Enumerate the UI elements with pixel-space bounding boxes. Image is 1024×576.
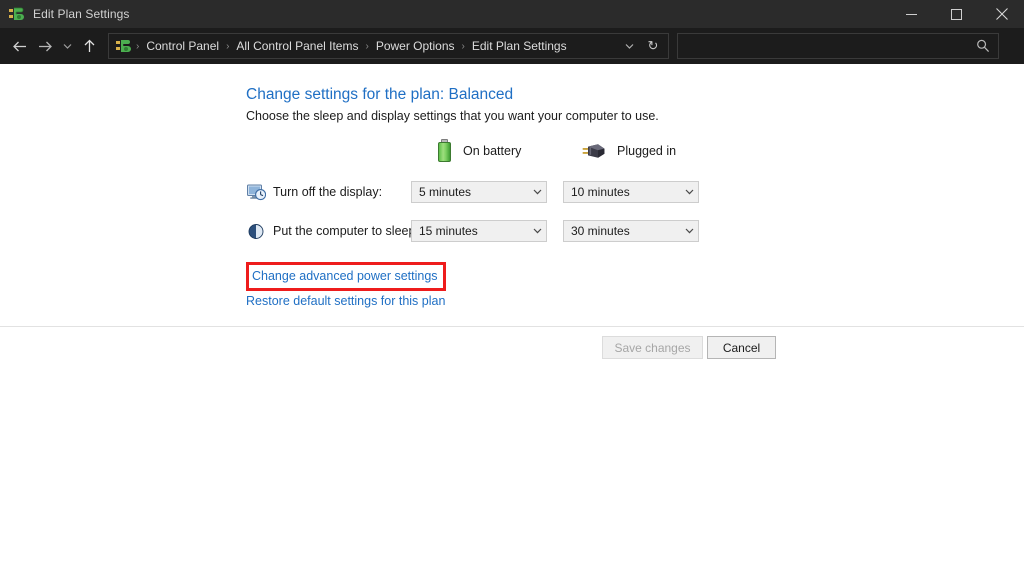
combo-sleep-plugged-in[interactable]: 30 minutes <box>563 219 699 242</box>
breadcrumb-item-power-options[interactable]: Power Options <box>374 39 457 53</box>
window-controls <box>889 0 1024 28</box>
sleep-moon-icon <box>246 221 266 241</box>
breadcrumb-separator: › <box>226 40 230 52</box>
combo-value: 5 minutes <box>419 184 472 199</box>
cancel-button[interactable]: Cancel <box>707 336 776 359</box>
link-change-advanced-power-settings[interactable]: Change advanced power settings <box>252 269 438 283</box>
refresh-icon[interactable]: ↻ <box>640 34 666 58</box>
setting-row-put-computer-to-sleep: Put the computer to sleep: 15 minutes 30… <box>246 211 766 250</box>
combo-value: 10 minutes <box>571 184 630 199</box>
window-title: Edit Plan Settings <box>33 7 130 21</box>
breadcrumb: › Control Panel › All Control Panel Item… <box>131 39 618 53</box>
power-plug-icon <box>581 141 607 161</box>
navigation-bar: › Control Panel › All Control Panel Item… <box>0 28 1024 64</box>
maximize-icon[interactable] <box>934 0 979 28</box>
main-content: Change settings for the plan: Balanced C… <box>0 64 1024 326</box>
breadcrumb-item-control-panel[interactable]: Control Panel <box>144 39 221 53</box>
column-headers: On battery Plugged in <box>246 138 766 164</box>
setting-label-put-computer-to-sleep: Put the computer to sleep: <box>273 223 419 238</box>
chevron-down-icon[interactable] <box>528 221 546 241</box>
page-subtitle: Choose the sleep and display settings th… <box>246 109 659 123</box>
address-bar-actions: ↻ <box>618 34 666 58</box>
address-bar[interactable]: › Control Panel › All Control Panel Item… <box>108 33 669 59</box>
combo-value: 15 minutes <box>419 223 478 238</box>
address-power-plan-icon <box>115 38 131 54</box>
up-arrow-icon[interactable] <box>76 31 102 61</box>
breadcrumb-separator: › <box>136 40 140 52</box>
breadcrumb-separator: › <box>365 40 369 52</box>
edit-plan-settings-window: Edit Plan Settings › Control Panel › All… <box>0 0 1024 576</box>
forward-arrow-icon[interactable] <box>32 31 58 61</box>
minimize-icon[interactable] <box>889 0 934 28</box>
search-box[interactable] <box>677 33 999 59</box>
chevron-down-icon[interactable] <box>680 182 698 202</box>
highlight-box-advanced-power-settings: Change advanced power settings <box>246 262 446 291</box>
footer-bar: Save changes Cancel <box>0 327 1024 576</box>
search-icon[interactable] <box>971 34 995 58</box>
setting-label-turn-off-display: Turn off the display: <box>273 184 383 199</box>
breadcrumb-item-edit-plan-settings[interactable]: Edit Plan Settings <box>470 39 569 53</box>
column-label-plugged-in: Plugged in <box>617 144 677 158</box>
close-icon[interactable] <box>979 0 1024 28</box>
settings-rows: Turn off the display: 5 minutes 10 minut… <box>246 172 766 250</box>
chevron-down-icon[interactable] <box>680 221 698 241</box>
column-header-plugged-in: Plugged in <box>581 138 676 164</box>
title-bar: Edit Plan Settings <box>0 0 1024 28</box>
battery-icon <box>436 138 453 164</box>
breadcrumb-item-all-control-panel-items[interactable]: All Control Panel Items <box>234 39 360 53</box>
page-title: Change settings for the plan: Balanced <box>246 86 514 103</box>
recent-locations-chevron-down-icon[interactable] <box>58 31 76 61</box>
save-changes-button[interactable]: Save changes <box>602 336 703 359</box>
combo-turn-off-display-plugged-in[interactable]: 10 minutes <box>563 180 699 203</box>
search-input[interactable] <box>678 35 971 57</box>
back-arrow-icon[interactable] <box>6 31 32 61</box>
combo-sleep-on-battery[interactable]: 15 minutes <box>411 219 547 242</box>
display-clock-icon <box>246 182 267 202</box>
address-chevron-down-icon[interactable] <box>618 34 640 58</box>
links-group: Change advanced power settings Restore d… <box>246 262 446 308</box>
power-plan-icon <box>8 6 24 22</box>
column-header-on-battery: On battery <box>436 138 521 164</box>
column-label-on-battery: On battery <box>463 144 522 158</box>
chevron-down-icon[interactable] <box>528 182 546 202</box>
breadcrumb-separator: › <box>461 40 465 52</box>
link-restore-default-settings[interactable]: Restore default settings for this plan <box>246 294 445 308</box>
combo-value: 30 minutes <box>571 223 630 238</box>
combo-turn-off-display-on-battery[interactable]: 5 minutes <box>411 180 547 203</box>
setting-row-turn-off-display: Turn off the display: 5 minutes 10 minut… <box>246 172 766 211</box>
